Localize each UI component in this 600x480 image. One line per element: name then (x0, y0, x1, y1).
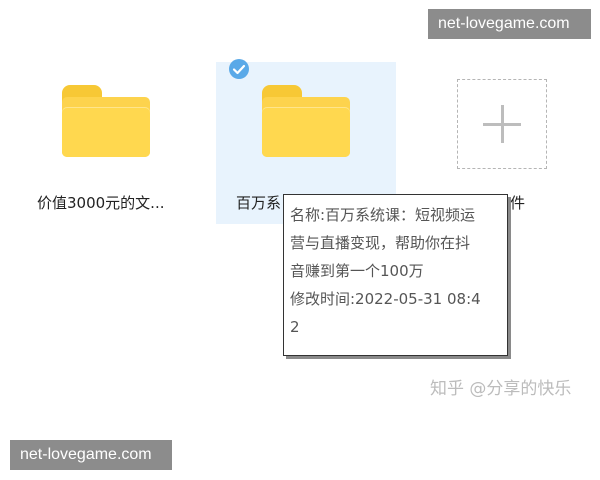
add-file-button[interactable] (457, 79, 547, 169)
folder-icon (62, 85, 150, 157)
tooltip-line: 音赚到第一个100万 (290, 262, 424, 280)
tooltip-line: 2 (290, 318, 300, 336)
check-circle-icon[interactable] (228, 58, 250, 80)
file-label: 价值3000元的文... (37, 194, 165, 212)
tooltip-line: 营与直播变现，帮助你在抖 (290, 234, 471, 252)
source-credit: 知乎 @分享的快乐 (430, 379, 572, 399)
tooltip-line: 名称:百万系统课：短视频运 (290, 206, 476, 224)
file-item-folder-1[interactable]: 价值3000元的文... (27, 70, 195, 220)
tooltip-line: 修改时间:2022-05-31 08:4 (290, 290, 481, 308)
watermark-bottom: net-lovegame.com (10, 440, 172, 470)
watermark-top: net-lovegame.com (428, 9, 591, 39)
folder-icon (262, 85, 350, 157)
file-info-tooltip: 名称:百万系统课：短视频运 营与直播变现，帮助你在抖 音赚到第一个100万 修改… (283, 194, 508, 356)
